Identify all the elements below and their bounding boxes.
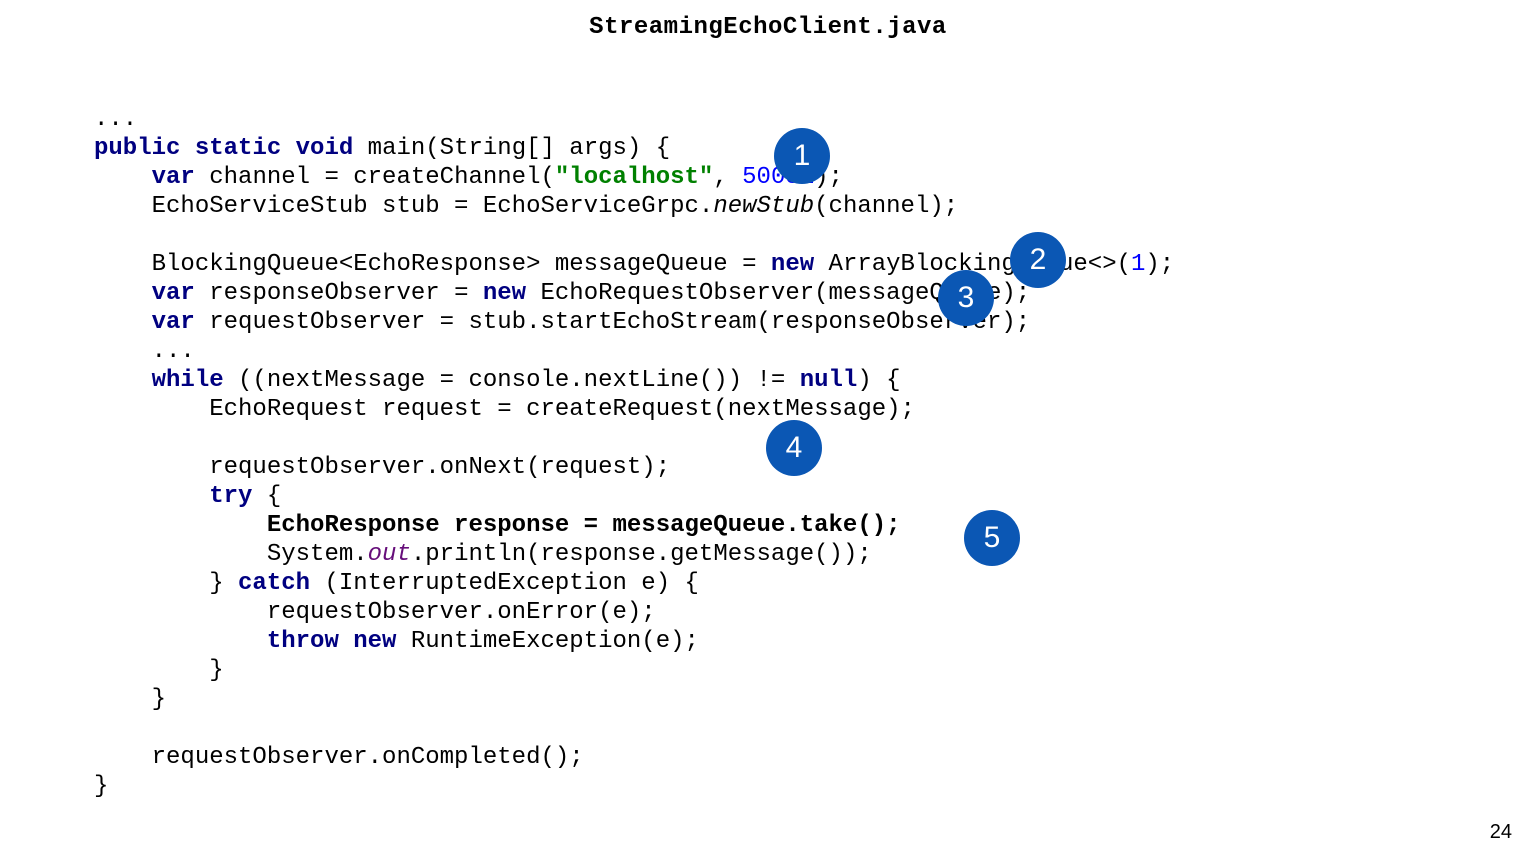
- page-number: 24: [1490, 821, 1512, 844]
- keyword-try: try: [209, 483, 252, 510]
- keyword-while: while: [152, 367, 224, 394]
- keyword-throw: throw: [267, 628, 339, 655]
- annotation-marker-1: 1: [774, 128, 830, 184]
- code-text: responseObserver =: [195, 280, 483, 307]
- code-text: }: [94, 773, 108, 800]
- code-text: ...: [94, 338, 195, 365]
- code-text: RuntimeException(e);: [396, 628, 698, 655]
- code-text: .println(response.getMessage());: [411, 541, 872, 568]
- keyword-null: null: [800, 367, 858, 394]
- keyword-new: new: [353, 628, 396, 655]
- keyword-new: new: [771, 251, 814, 278]
- code-text: System.: [94, 541, 368, 568]
- code-text: channel = createChannel(: [195, 164, 555, 191]
- slide-title: StreamingEchoClient.java: [0, 0, 1536, 41]
- code-text: requestObserver.onNext(request);: [94, 454, 670, 481]
- string-literal: "localhost": [555, 164, 713, 191]
- method-italic: newStub: [713, 193, 814, 220]
- code-text: EchoServiceStub stub = EchoServiceGrpc.: [94, 193, 713, 220]
- code-block: ... public static void main(String[] arg…: [94, 76, 1174, 801]
- code-text: );: [1145, 251, 1174, 278]
- code-text: (channel);: [814, 193, 958, 220]
- annotation-marker-4: 4: [766, 420, 822, 476]
- code-text: ...: [94, 106, 137, 133]
- keyword-new: new: [483, 280, 526, 307]
- code-text: EchoRequest request = createRequest(next…: [94, 396, 915, 423]
- code-text: }: [94, 686, 166, 713]
- code-text: }: [94, 657, 224, 684]
- code-text: {: [252, 483, 281, 510]
- code-text: (InterruptedException e) {: [310, 570, 699, 597]
- code-text: ,: [713, 164, 742, 191]
- highlighted-line: EchoResponse response = messageQueue.tak…: [267, 512, 901, 539]
- annotation-marker-3: 3: [938, 270, 994, 326]
- code-text: requestObserver.onCompleted();: [94, 744, 584, 771]
- code-text: requestObserver = stub.startEchoStream(r…: [195, 309, 1030, 336]
- keyword-var: var: [152, 164, 195, 191]
- keyword-void: void: [296, 135, 354, 162]
- code-text: main(String[] args) {: [353, 135, 670, 162]
- code-text: ((nextMessage = console.nextLine()) !=: [224, 367, 800, 394]
- annotation-marker-2: 2: [1010, 232, 1066, 288]
- keyword-var: var: [152, 309, 195, 336]
- code-text: requestObserver.onError(e);: [94, 599, 656, 626]
- code-text: BlockingQueue<EchoResponse> messageQueue…: [94, 251, 771, 278]
- annotation-marker-5: 5: [964, 510, 1020, 566]
- field-out: out: [368, 541, 411, 568]
- keyword-public: public: [94, 135, 180, 162]
- code-text: }: [94, 570, 238, 597]
- keyword-catch: catch: [238, 570, 310, 597]
- number-literal: 1: [1131, 251, 1145, 278]
- keyword-static: static: [195, 135, 281, 162]
- keyword-var: var: [152, 280, 195, 307]
- code-text: ) {: [857, 367, 900, 394]
